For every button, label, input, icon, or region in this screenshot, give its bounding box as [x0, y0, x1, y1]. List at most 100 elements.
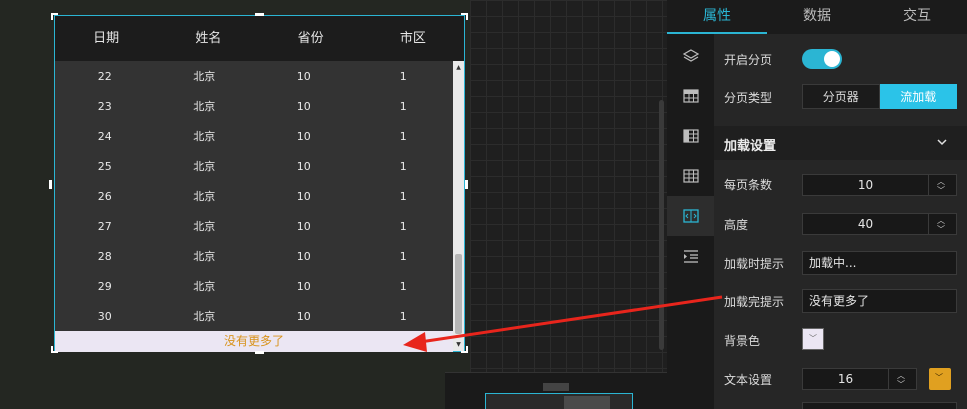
height-stepper[interactable]: ︿ ﹀ — [928, 214, 956, 234]
table-cell: 10 — [296, 309, 311, 323]
pagination-label: 开启分页 — [724, 53, 773, 67]
pagination-type-selector: 分页器 流加载 — [802, 84, 957, 109]
table-column-icon[interactable] — [667, 116, 714, 156]
table-cell: 26 — [97, 189, 112, 203]
table-cell: 1 — [399, 129, 407, 143]
column-header-province[interactable]: 省份 — [260, 16, 362, 61]
height-input[interactable]: 40 ︿ ﹀ — [802, 213, 957, 235]
table-cell: 1 — [399, 99, 407, 113]
chevron-down-icon: ﹀ — [935, 373, 943, 382]
table-row[interactable]: 29 北京 10 1 — [55, 271, 453, 301]
minimap-viewport[interactable] — [485, 393, 633, 409]
resize-handle-top-left[interactable] — [51, 13, 58, 20]
per-page-input[interactable]: 10 ︿ ﹀ — [802, 174, 957, 196]
table-row[interactable]: 25 北京 10 1 — [55, 151, 453, 181]
pagination-type-stream[interactable]: 流加载 — [879, 84, 957, 109]
font-size-value: 16 — [837, 372, 854, 386]
table-cell: 30 — [97, 309, 112, 323]
table-cell: 北京 — [193, 280, 216, 293]
font-size-stepper[interactable]: ︿ ﹀ — [888, 369, 916, 389]
loading-tip-input[interactable]: 加载中... — [802, 251, 957, 275]
tab-interaction[interactable]: 交互 — [867, 0, 967, 34]
minimap-viewport-inner — [564, 396, 610, 409]
font-size-input[interactable]: 16 ︿ ﹀ — [802, 368, 917, 390]
table-cell: 10 — [296, 69, 311, 83]
table-cell: 10 — [296, 99, 311, 113]
table-body: 22 北京 10 1 23 北京 10 1 24 北京 10 1 25 北京 1… — [55, 61, 453, 331]
tab-properties[interactable]: 属性 — [667, 0, 767, 34]
per-page-stepper[interactable]: ︿ ﹀ — [928, 175, 956, 195]
table-cell: 1 — [399, 69, 407, 83]
table-widget[interactable]: 日期 姓名 省份 市区 22 北京 10 1 23 北京 10 1 24 北京 … — [54, 15, 465, 352]
load-settings-title: 加载设置 — [724, 139, 777, 154]
column-header-name[interactable]: 姓名 — [157, 16, 259, 61]
indent-list-icon[interactable] — [667, 236, 714, 276]
table-cell: 28 — [97, 249, 112, 263]
resize-handle-bottom[interactable] — [255, 351, 264, 354]
resize-handle-right[interactable] — [465, 180, 468, 189]
height-label: 高度 — [724, 218, 749, 232]
canvas-grid[interactable] — [470, 0, 667, 409]
table-cell: 1 — [399, 279, 407, 293]
table-cell: 1 — [399, 249, 407, 263]
column-header-district[interactable]: 市区 — [362, 16, 464, 61]
table-footer-tip: 没有更多了 — [55, 331, 453, 352]
table-row[interactable]: 26 北京 10 1 — [55, 181, 453, 211]
property-panel: 属性 数据 交互 开启分页 分页类型 分页器 流加载 加载设置 每页条数 10 … — [667, 0, 967, 409]
load-settings-section[interactable]: 加载设置 — [714, 126, 967, 160]
table-cell: 北京 — [193, 100, 216, 113]
next-setting-input[interactable] — [802, 402, 957, 409]
scroll-up-arrow-icon[interactable]: ▲ — [453, 63, 464, 73]
scrollbar-thumb[interactable] — [455, 254, 462, 334]
table-cell: 24 — [97, 129, 112, 143]
table-header: 日期 姓名 省份 市区 — [55, 16, 464, 61]
table-cell: 22 — [97, 69, 112, 83]
pagination-toggle[interactable] — [802, 49, 842, 69]
layers-icon[interactable] — [667, 36, 714, 76]
minimap[interactable] — [445, 372, 667, 409]
table-cell: 23 — [97, 99, 112, 113]
tab-data[interactable]: 数据 — [767, 0, 867, 34]
table-cell: 10 — [296, 159, 311, 173]
table-cell: 北京 — [193, 220, 216, 233]
per-page-value: 10 — [857, 178, 874, 192]
column-header-date[interactable]: 日期 — [55, 16, 157, 61]
table-cell: 10 — [296, 249, 311, 263]
table-row[interactable]: 24 北京 10 1 — [55, 121, 453, 151]
table-cell: 1 — [399, 189, 407, 203]
table-header-icon[interactable] — [667, 76, 714, 116]
minimap-handle[interactable] — [543, 383, 569, 391]
bg-color-picker[interactable]: ﹀ — [802, 328, 824, 350]
text-settings-label: 文本设置 — [724, 373, 773, 387]
table-cell: 1 — [399, 219, 407, 233]
table-cell: 北京 — [193, 190, 216, 203]
loaded-tip-input[interactable]: 没有更多了 — [802, 289, 957, 313]
resize-handle-bottom-left[interactable] — [51, 346, 58, 353]
per-page-label: 每页条数 — [724, 178, 773, 192]
table-row[interactable]: 30 北京 10 1 — [55, 301, 453, 331]
table-row[interactable]: 23 北京 10 1 — [55, 91, 453, 121]
table-scrollbar[interactable]: ▲ ▼ — [453, 61, 464, 351]
loaded-tip-label: 加载完提示 — [724, 295, 785, 309]
table-row[interactable]: 22 北京 10 1 — [55, 61, 453, 91]
text-color-picker[interactable]: ﹀ — [929, 368, 951, 390]
resize-handle-top[interactable] — [255, 13, 264, 16]
canvas-scrollbar[interactable] — [659, 100, 664, 350]
table-cell: 10 — [296, 189, 311, 203]
pagination-icon[interactable] — [667, 196, 714, 236]
pagination-type-pager[interactable]: 分页器 — [802, 84, 880, 109]
chevron-down-icon[interactable] — [936, 134, 948, 154]
table-cell: 10 — [296, 279, 311, 293]
resize-handle-bottom-right[interactable] — [461, 346, 468, 353]
panel-tabs: 属性 数据 交互 — [667, 0, 967, 34]
table-grid-icon[interactable] — [667, 156, 714, 196]
property-settings: 开启分页 分页类型 分页器 流加载 加载设置 每页条数 10 ︿ ﹀ 高度 40 … — [714, 34, 967, 409]
pagination-type-label: 分页类型 — [724, 91, 773, 105]
table-cell: 29 — [97, 279, 112, 293]
resize-handle-top-right[interactable] — [461, 13, 468, 20]
property-icon-bar — [667, 34, 714, 409]
table-row[interactable]: 27 北京 10 1 — [55, 211, 453, 241]
table-row[interactable]: 28 北京 10 1 — [55, 241, 453, 271]
resize-handle-left[interactable] — [49, 180, 52, 189]
table-cell: 10 — [296, 129, 311, 143]
